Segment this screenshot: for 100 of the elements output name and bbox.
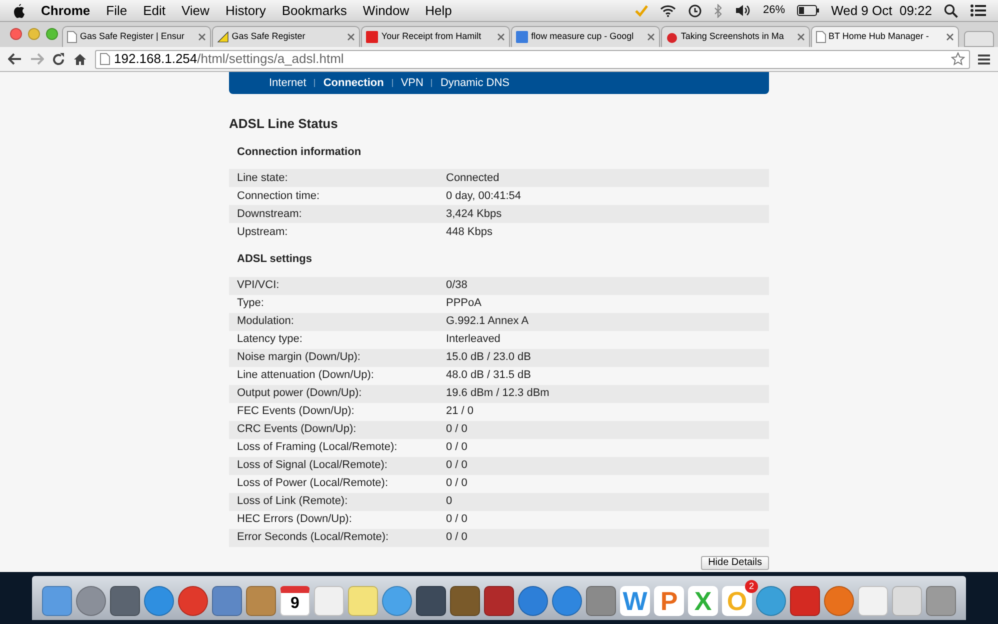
row-value: 0 / 0 (446, 422, 468, 438)
app-icon[interactable] (756, 586, 786, 616)
row-label: Modulation: (236, 314, 295, 330)
row-value: 0 / 0 (446, 512, 468, 528)
browser-tab[interactable]: Gas Safe Register | Ensur (62, 26, 211, 47)
clock-icon (688, 4, 702, 18)
tab-title: flow measure cup - Googl (531, 30, 635, 44)
row-value: 0 / 0 (446, 530, 468, 546)
menu-item[interactable]: Help (425, 0, 452, 20)
reload-icon (52, 52, 65, 66)
section-heading: ADSL settings (236, 252, 313, 267)
row-label: Loss of Framing (Local/Remote): (236, 440, 398, 456)
volume-icon (735, 4, 752, 17)
row-label: Loss of Link (Remote): (236, 494, 349, 510)
page-icon (100, 53, 110, 65)
menu-item[interactable]: Bookmarks (282, 0, 347, 20)
row-value: 0 day, 00:41:54 (446, 188, 522, 204)
close-icon (646, 33, 655, 41)
app-icon[interactable] (178, 586, 208, 616)
app-icon[interactable] (484, 586, 514, 616)
menu-item[interactable]: View (181, 0, 210, 20)
zoom-button[interactable] (46, 28, 58, 40)
star-icon (951, 52, 965, 66)
hide-details-button[interactable]: Hide Details (701, 556, 769, 570)
row-label: Upstream: (236, 224, 289, 240)
app-icon[interactable] (790, 586, 820, 616)
app-icon[interactable] (416, 586, 446, 616)
battery-percent: 26% (763, 3, 786, 18)
row-value: 0 / 0 (446, 458, 468, 474)
row-value: 0/38 (446, 278, 468, 294)
row-label: Connection time: (236, 188, 321, 204)
row-label: VPI/VCI: (236, 278, 280, 294)
app-icon[interactable] (552, 586, 582, 616)
row-value: 3,424 Kbps (446, 206, 502, 222)
tab-title: Gas Safe Register (232, 30, 306, 44)
browser-tab[interactable]: flow measure cup - Googl (511, 26, 660, 47)
list-icon (970, 4, 986, 17)
menu-item[interactable]: Window (362, 0, 410, 20)
favicon-icon (516, 31, 528, 43)
nav-link[interactable]: VPN (400, 74, 424, 92)
app-icon[interactable] (450, 586, 480, 616)
section-heading: Connection information (236, 144, 362, 160)
row-value: 21 / 0 (446, 404, 474, 420)
bluetooth-icon (714, 4, 724, 18)
app-menu[interactable]: Chrome (41, 0, 90, 20)
row-value: Connected (446, 170, 500, 186)
close-icon (497, 33, 506, 41)
row-value: PPPoA (446, 296, 482, 312)
new-tab-button[interactable] (964, 31, 994, 47)
minimize-button[interactable] (28, 28, 40, 40)
close-icon (198, 33, 206, 41)
row-value: 0 / 0 (446, 476, 468, 492)
close-icon (946, 33, 954, 41)
address-bar[interactable]: 192.168.1.254/html/settings/a_adsl.html (95, 50, 970, 68)
row-label: Output power (Down/Up): (236, 386, 363, 402)
forward-icon (30, 53, 44, 65)
row-value: 48.0 dB / 31.5 dB (446, 368, 532, 384)
row-label: CRC Events (Down/Up): (236, 422, 358, 438)
app-icon[interactable] (76, 586, 106, 616)
app-icon[interactable] (144, 586, 174, 616)
wifi-icon (660, 4, 676, 16)
nav-link[interactable]: Internet (269, 74, 306, 92)
app-icon[interactable]: W (620, 586, 650, 616)
app-icon[interactable] (212, 586, 242, 616)
row-label: HEC Errors (Down/Up): (236, 512, 353, 528)
back-icon (8, 53, 22, 65)
row-label: Loss of Signal (Local/Remote): (236, 458, 388, 474)
battery-icon (797, 5, 820, 16)
close-icon (347, 33, 356, 41)
app-icon[interactable] (518, 586, 548, 616)
close-button[interactable] (10, 28, 22, 40)
row-value: 448 Kbps (446, 224, 492, 240)
calendar-app-icon[interactable]: 9 (280, 586, 310, 616)
nav-link[interactable]: Connection (323, 74, 384, 92)
menu-item[interactable]: File (106, 0, 128, 20)
row-label: Error Seconds (Local/Remote): (236, 530, 390, 546)
home-icon (73, 52, 87, 66)
row-value: G.992.1 Annex A (446, 314, 529, 330)
browser-tab[interactable]: Your Receipt from Hamilt (361, 26, 510, 47)
app-icon[interactable] (246, 586, 276, 616)
browser-tab[interactable]: Gas Safe Register (212, 26, 360, 47)
app-icon[interactable] (110, 586, 140, 616)
row-label: Type: (236, 296, 265, 312)
browser-tab[interactable]: BT Home Hub Manager - (810, 26, 960, 47)
row-label: Line attenuation (Down/Up): (236, 368, 375, 384)
tab-title: Gas Safe Register | Ensur (80, 30, 186, 44)
tab-title: BT Home Hub Manager - (828, 30, 930, 44)
menu-item[interactable]: Edit (143, 0, 166, 20)
page-icon (816, 31, 826, 43)
search-icon (944, 4, 958, 18)
close-icon (796, 33, 805, 41)
app-icon[interactable] (824, 586, 854, 616)
menu-icon (978, 54, 990, 64)
app-icon[interactable] (586, 586, 616, 616)
row-value: 15.0 dB / 23.0 dB (446, 350, 532, 366)
nav-link[interactable]: Dynamic DNS (440, 74, 510, 92)
app-icon[interactable] (382, 586, 412, 616)
menu-item[interactable]: History (225, 0, 266, 20)
browser-tab[interactable]: Taking Screenshots in Ma (660, 26, 810, 47)
page-icon (67, 31, 77, 43)
